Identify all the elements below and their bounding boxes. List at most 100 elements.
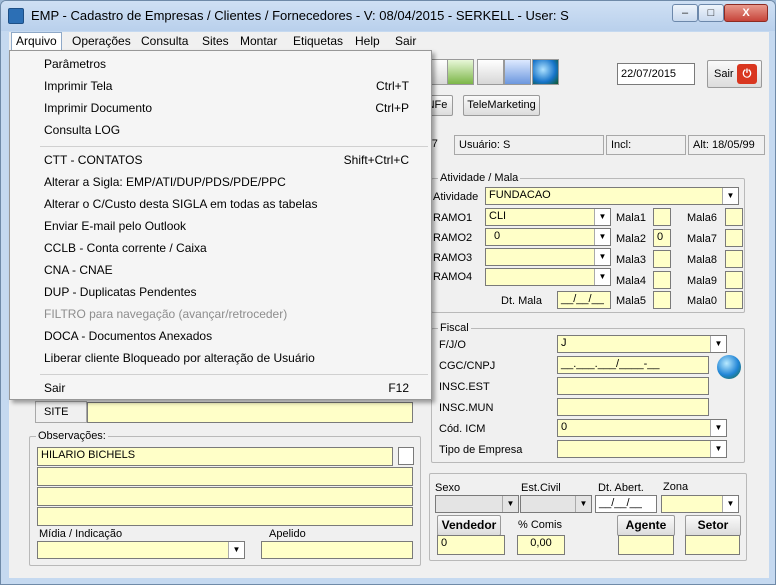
menu-consulta[interactable]: Consulta <box>141 34 188 48</box>
mala4-field[interactable] <box>653 271 671 289</box>
globe-icon[interactable] <box>532 59 559 85</box>
menu-sair[interactable]: Sair <box>395 34 416 48</box>
menu-operacoes[interactable]: Operações <box>72 34 131 48</box>
menu-item-cclb[interactable]: CCLB - Conta corrente / Caixa <box>11 237 430 259</box>
transfer-icon[interactable] <box>504 59 531 85</box>
menu-montar[interactable]: Montar <box>240 34 277 48</box>
mala1-label: Mala1 <box>616 212 646 224</box>
usuario-info: Usuário: S <box>454 135 604 155</box>
sexo-select[interactable]: ▼ <box>435 495 519 513</box>
menu-help[interactable]: Help <box>355 34 380 48</box>
observacao-checkbox[interactable] <box>398 447 414 465</box>
mala9-field[interactable] <box>725 271 743 289</box>
menu-item-liberar-cliente[interactable]: Liberar cliente Bloqueado por alteração … <box>11 347 430 369</box>
dt-mala-field[interactable]: __/__/__ <box>557 291 611 309</box>
setor-field[interactable] <box>685 535 740 555</box>
ramo3-select[interactable]: ▼ <box>485 248 611 266</box>
fjo-value: J <box>561 337 567 349</box>
edit-icon[interactable] <box>447 59 474 85</box>
date-field[interactable]: 22/07/2015 <box>617 63 695 85</box>
menu-arquivo[interactable]: Arquivo <box>11 32 62 51</box>
window-title: EMP - Cadastro de Empresas / Clientes / … <box>31 8 569 23</box>
tipo-empresa-select[interactable]: ▼ <box>557 440 727 458</box>
menu-item-enviar-email[interactable]: Enviar E-mail pelo Outlook <box>11 215 430 237</box>
sair-button[interactable]: Sair ⏻ <box>707 60 762 88</box>
observacao-line-4[interactable] <box>37 507 413 526</box>
inscest-field[interactable] <box>557 377 709 395</box>
vendedor-field[interactable]: 0 <box>437 535 505 555</box>
tipo-empresa-label: Tipo de Empresa <box>439 444 523 456</box>
comis-label: % Comis <box>518 519 563 531</box>
chevron-down-icon[interactable]: ▼ <box>594 249 610 265</box>
menu-item-sair[interactable]: Sair F12 <box>11 377 430 399</box>
vendedor-button[interactable]: Vendedor <box>437 515 501 536</box>
menu-item-parametros[interactable]: Parâmetros <box>11 53 430 75</box>
chevron-down-icon[interactable]: ▼ <box>710 420 726 436</box>
menu-item-dup[interactable]: DUP - Duplicatas Pendentes <box>11 281 430 303</box>
globe-icon[interactable] <box>717 355 741 379</box>
main-window: EMP - Cadastro de Empresas / Clientes / … <box>0 0 776 585</box>
mala2-label: Mala2 <box>616 233 646 245</box>
chevron-down-icon[interactable]: ▼ <box>722 188 738 204</box>
apelido-field[interactable] <box>261 541 413 559</box>
inscmun-field[interactable] <box>557 398 709 416</box>
cgc-field[interactable]: __.___.___/____-__ <box>557 356 709 374</box>
inscmun-label: INSC.MUN <box>439 402 494 414</box>
mala7-field[interactable] <box>725 229 743 247</box>
mala8-field[interactable] <box>725 250 743 268</box>
ramo1-label: RAMO1 <box>433 212 473 224</box>
agente-field[interactable] <box>618 535 674 555</box>
agente-button[interactable]: Agente <box>617 515 675 536</box>
minimize-button[interactable]: – <box>672 4 698 22</box>
close-button[interactable]: X <box>724 4 768 22</box>
mala6-field[interactable] <box>725 208 743 226</box>
chevron-down-icon[interactable]: ▼ <box>710 441 726 457</box>
chevron-down-icon[interactable]: ▼ <box>722 496 738 512</box>
menu-item-alterar-sigla[interactable]: Alterar a Sigla: EMP/ATI/DUP/PDS/PDE/PPC <box>11 171 430 193</box>
maximize-button[interactable]: □ <box>698 4 724 22</box>
chevron-down-icon[interactable]: ▼ <box>575 496 591 512</box>
menu-item-alterar-ccusto[interactable]: Alterar o C/Custo desta SIGLA em todas a… <box>11 193 430 215</box>
menu-item-cna[interactable]: CNA - CNAE <box>11 259 430 281</box>
menu-item-imprimir-tela[interactable]: Imprimir Tela Ctrl+T <box>11 75 430 97</box>
setor-button[interactable]: Setor <box>685 515 741 536</box>
ramo3-label: RAMO3 <box>433 252 473 264</box>
mala3-field[interactable] <box>653 250 671 268</box>
menu-sites[interactable]: Sites <box>202 34 229 48</box>
chevron-down-icon[interactable]: ▼ <box>594 269 610 285</box>
observacao-line-3[interactable] <box>37 487 413 506</box>
codicm-select[interactable]: 0 ▼ <box>557 419 727 437</box>
menu-etiquetas[interactable]: Etiquetas <box>293 34 343 48</box>
ramo1-select[interactable]: CLI ▼ <box>485 208 611 226</box>
menu-item-ctt-contatos[interactable]: CTT - CONTATOS Shift+Ctrl+C <box>11 149 430 171</box>
tab-telemarketing[interactable]: TeleMarketing <box>463 95 540 116</box>
ramo2-select[interactable]: 0 ▼ <box>485 228 611 246</box>
chevron-down-icon[interactable]: ▼ <box>502 496 518 512</box>
atividade-select[interactable]: FUNDACAO ▼ <box>485 187 739 205</box>
mala1-field[interactable] <box>653 208 671 226</box>
observacao-line-1[interactable]: HILARIO BICHELS <box>37 447 393 466</box>
mala4-label: Mala4 <box>616 275 646 287</box>
ramo4-label: RAMO4 <box>433 271 473 283</box>
fjo-select[interactable]: J ▼ <box>557 335 727 353</box>
mala0-label: Mala0 <box>687 295 717 307</box>
menu-item-consulta-log[interactable]: Consulta LOG <box>11 119 430 141</box>
ramo4-select[interactable]: ▼ <box>485 268 611 286</box>
site-field[interactable] <box>87 402 413 423</box>
chevron-down-icon[interactable]: ▼ <box>594 229 610 245</box>
chevron-down-icon[interactable]: ▼ <box>710 336 726 352</box>
chevron-down-icon[interactable]: ▼ <box>594 209 610 225</box>
mala5-field[interactable] <box>653 291 671 309</box>
dtabert-field[interactable]: __/__/__ <box>595 495 657 513</box>
zona-select[interactable]: ▼ <box>661 495 739 513</box>
estcivil-select[interactable]: ▼ <box>520 495 592 513</box>
notes-icon[interactable] <box>477 59 504 85</box>
menu-item-imprimir-documento[interactable]: Imprimir Documento Ctrl+P <box>11 97 430 119</box>
midia-select[interactable]: ▼ <box>37 541 245 559</box>
comis-field[interactable]: 0,00 <box>517 535 565 555</box>
observacao-line-2[interactable] <box>37 467 413 486</box>
mala2-field[interactable]: 0 <box>653 229 671 247</box>
menu-item-doca[interactable]: DOCA - Documentos Anexados <box>11 325 430 347</box>
chevron-down-icon[interactable]: ▼ <box>228 542 244 558</box>
mala0-field[interactable] <box>725 291 743 309</box>
